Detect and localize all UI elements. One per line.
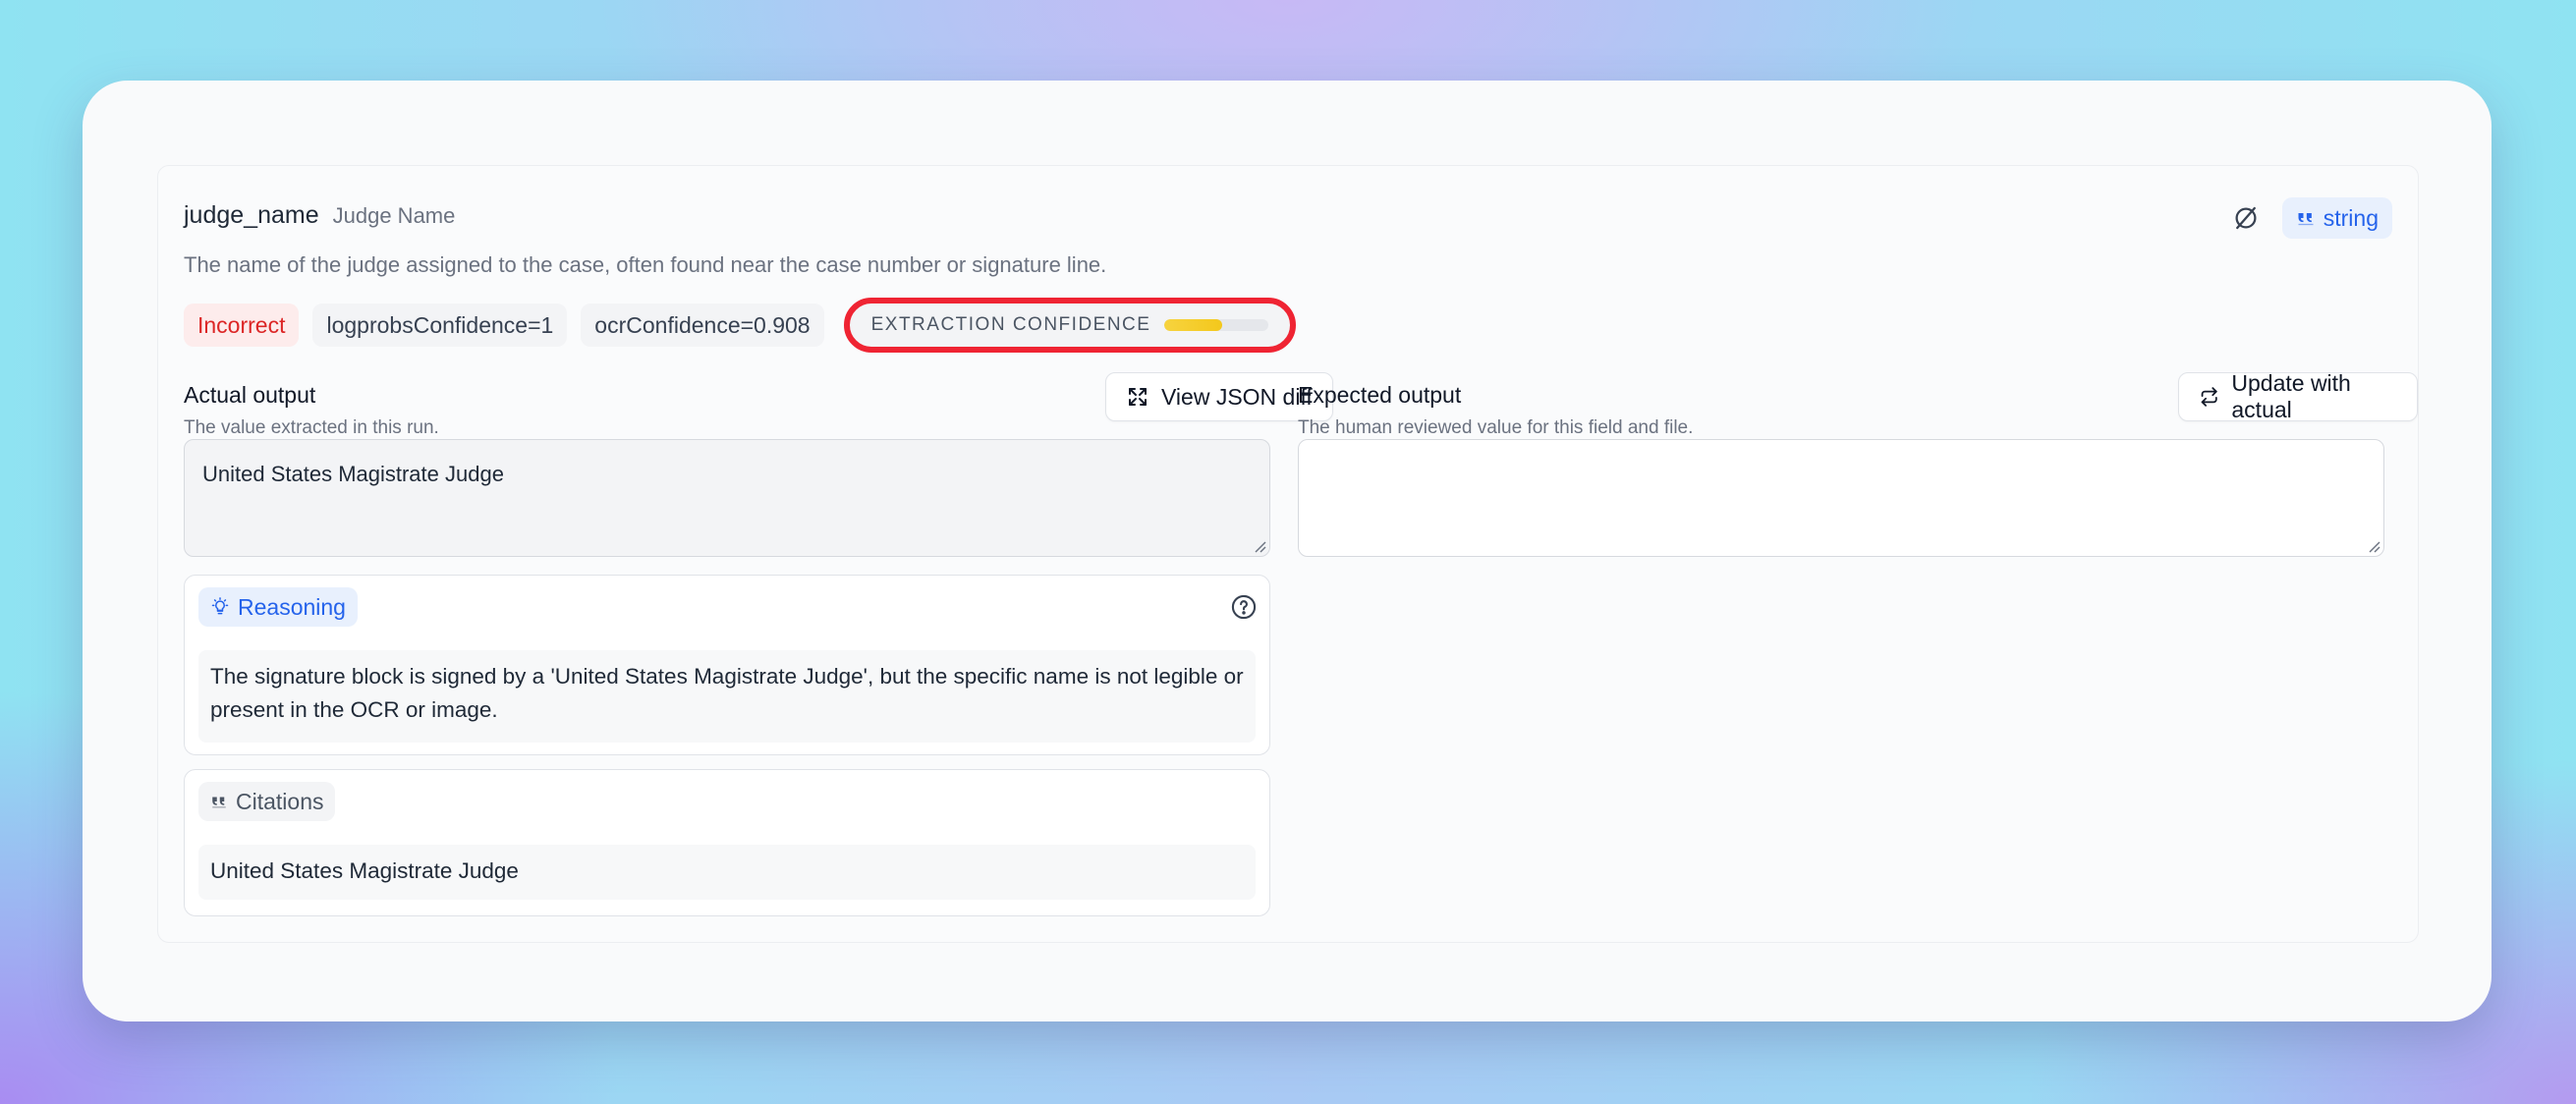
expected-output-field[interactable] bbox=[1298, 439, 2384, 557]
citation-item: United States Magistrate Judge bbox=[198, 845, 1256, 900]
type-badge: string bbox=[2281, 197, 2392, 239]
view-json-diff-label: View JSON diff bbox=[1161, 383, 1313, 410]
update-with-actual-button[interactable]: Update with actual bbox=[2178, 370, 2418, 422]
extraction-confidence-label: EXTRACTION CONFIDENCE bbox=[870, 314, 1151, 335]
reasoning-panel: Reasoning The signature block is signed … bbox=[184, 575, 1270, 755]
reasoning-label: Reasoning bbox=[238, 593, 346, 620]
confidence-bar bbox=[1164, 319, 1269, 331]
expected-output-subtitle: The human reviewed value for this field … bbox=[1298, 417, 1694, 438]
field-description: The name of the judge assigned to the ca… bbox=[184, 252, 1107, 277]
empty-set-icon[interactable] bbox=[2231, 203, 2261, 233]
reasoning-chip: Reasoning bbox=[198, 587, 358, 627]
swap-icon bbox=[2201, 387, 2217, 407]
quote-icon bbox=[212, 797, 226, 808]
resize-handle-icon[interactable] bbox=[1253, 539, 1266, 553]
field-label: Judge Name bbox=[332, 203, 456, 228]
actual-output-value: United States Magistrate Judge bbox=[202, 462, 504, 486]
logprobs-badge: logprobsConfidence=1 bbox=[312, 304, 568, 347]
citations-panel: Citations United States Magistrate Judge bbox=[184, 769, 1270, 916]
field-card: judge_name Judge Name string The name of… bbox=[157, 165, 2419, 943]
lightbulb-icon bbox=[211, 597, 229, 615]
expand-icon bbox=[1129, 388, 1147, 406]
reasoning-text: The signature block is signed by a 'Unit… bbox=[198, 650, 1256, 743]
field-key: judge_name bbox=[184, 201, 319, 229]
help-icon[interactable] bbox=[1230, 593, 1258, 621]
ocr-badge: ocrConfidence=0.908 bbox=[581, 304, 824, 347]
field-header: judge_name Judge Name bbox=[184, 201, 455, 230]
citations-label: Citations bbox=[236, 788, 324, 814]
status-row: Incorrect logprobsConfidence=1 ocrConfid… bbox=[184, 298, 1297, 353]
status-badge: Incorrect bbox=[184, 304, 300, 347]
citations-chip: Citations bbox=[198, 782, 336, 821]
type-label: string bbox=[2323, 204, 2379, 231]
field-actions: string bbox=[2231, 197, 2392, 239]
app-window: judge_name Judge Name string The name of… bbox=[83, 81, 2492, 1021]
extraction-confidence: EXTRACTION CONFIDENCE bbox=[843, 298, 1297, 353]
actual-output-subtitle: The value extracted in this run. bbox=[184, 417, 439, 438]
actual-output-field[interactable]: United States Magistrate Judge bbox=[184, 439, 1270, 557]
confidence-fill bbox=[1164, 319, 1222, 331]
update-with-actual-label: Update with actual bbox=[2231, 370, 2351, 422]
resize-handle-icon[interactable] bbox=[2367, 539, 2380, 553]
quote-icon bbox=[2298, 213, 2314, 226]
actual-output-title: Actual output bbox=[184, 382, 316, 408]
expected-output-title: Expected output bbox=[1298, 382, 1462, 408]
